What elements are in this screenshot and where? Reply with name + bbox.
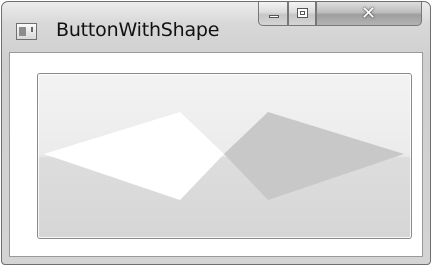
- title-bar[interactable]: ButtonWithShape ✕: [2, 2, 430, 52]
- maximize-button[interactable]: [288, 2, 316, 26]
- close-button[interactable]: ✕: [316, 2, 422, 26]
- app-icon-pane: [19, 27, 26, 36]
- left-diamond-shape: [44, 112, 224, 200]
- app-icon[interactable]: [16, 23, 37, 40]
- button-shape-graphic: [44, 112, 404, 200]
- maximize-icon: [297, 8, 308, 18]
- client-area: [9, 52, 423, 257]
- window-title: ButtonWithShape: [56, 19, 220, 41]
- app-icon-mark: [31, 27, 33, 32]
- shape-button[interactable]: [37, 73, 412, 239]
- right-diamond-shape: [224, 112, 404, 200]
- close-icon: ✕: [361, 3, 377, 24]
- minimize-button[interactable]: [258, 2, 288, 26]
- minimize-icon: [269, 15, 279, 18]
- caption-buttons: ✕: [258, 2, 425, 27]
- app-window: ButtonWithShape ✕: [1, 1, 431, 265]
